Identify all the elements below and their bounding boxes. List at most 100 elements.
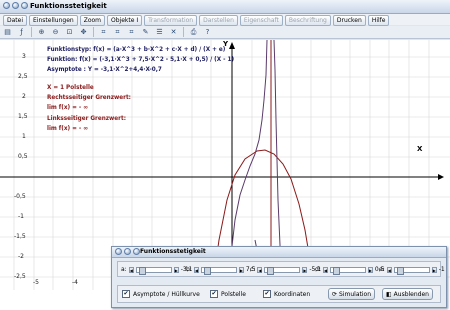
panel-title: Funktionsstetigkeit (140, 248, 206, 255)
zoom-out-icon[interactable]: ⊖ (51, 28, 60, 37)
slider-left-icon[interactable]: ◀ (128, 266, 134, 273)
slider-thumb[interactable] (332, 266, 340, 275)
menu-beschriftung[interactable]: Beschriftung (284, 15, 331, 26)
asymptote-checkbox-label: Asymptote / Hüllkurve (133, 290, 200, 298)
asymptote-text: Asymptote : Y = -3,1·X^2+4,4·X-0,7 (47, 67, 162, 73)
menu-eigenschaft[interactable]: Eigenschaft (239, 15, 283, 26)
minimize-icon[interactable] (124, 248, 131, 255)
polstelle-checkbox-label: Polstelle (221, 290, 246, 298)
menu-hilfe[interactable]: Hilfe (367, 15, 390, 26)
polstelle-checkbox[interactable]: ✔ Polstelle (210, 290, 246, 298)
coordinates-checkbox[interactable]: ✔ Koordinaten (263, 290, 310, 298)
y-tick-label: -2,5 (14, 273, 26, 280)
param-e: e: ◀ ▶ -1 (379, 265, 445, 275)
zoom-in-icon[interactable]: ⊕ (37, 28, 46, 37)
menu-darstellen[interactable]: Darstellen (199, 15, 238, 26)
move-icon[interactable]: ✥ (79, 28, 88, 37)
y-tick-label: 2,5 (18, 73, 28, 80)
toolbar-separator (31, 27, 32, 37)
window-titlebar: Funktionsstetigkeit (0, 0, 450, 14)
slider-right-icon[interactable]: ▶ (367, 266, 373, 273)
crop3-icon[interactable]: ⌗ (127, 28, 136, 37)
y-axis-arrow (229, 42, 235, 49)
slider-left-icon[interactable]: ◀ (322, 266, 328, 273)
refresh-icon: ⟳ (332, 290, 338, 298)
y-tick-label: 0,5 (18, 153, 28, 160)
right-limit-value: lim f(x) = - ∞ (47, 105, 88, 111)
simulation-button[interactable]: ⟳ Simulation (328, 288, 375, 300)
delete-icon[interactable]: ✕ (169, 28, 178, 37)
left-limit-heading: Linksseitiger Grenzwert: (47, 116, 126, 122)
crop2-icon[interactable]: ⌗ (113, 28, 122, 37)
crop-icon[interactable]: ⌗ (99, 28, 108, 37)
y-tick-label: 2 (22, 93, 26, 100)
right-limit-heading: Rechtsseitiger Grenzwert: (47, 95, 131, 101)
minimize-icon[interactable] (12, 2, 19, 9)
slider-right-icon[interactable]: ▶ (238, 266, 244, 273)
slider-right-icon[interactable]: ▶ (302, 266, 308, 273)
slider-right-icon[interactable]: ▶ (173, 266, 179, 273)
toolbar-separator (183, 27, 184, 37)
param-e-value: -1 (438, 266, 445, 273)
edit-icon[interactable]: ✎ (141, 28, 150, 37)
param-e-label: e: (379, 266, 385, 273)
options-row: ✔ Asymptote / Hüllkurve ✔ Polstelle ✔ Ko… (117, 285, 441, 303)
window-controls[interactable] (3, 2, 28, 9)
left-limit-value: lim f(x) = - ∞ (47, 126, 88, 132)
close-icon[interactable] (115, 248, 122, 255)
param-c-slider[interactable] (264, 266, 301, 275)
menu-drucken[interactable]: Drucken (332, 15, 366, 26)
window-title: Funktionsstetigkeit (30, 2, 107, 10)
y-tick-label: 1,5 (18, 113, 28, 120)
slider-thumb[interactable] (396, 266, 404, 275)
menu-objekte[interactable]: Objekte I (107, 15, 143, 26)
param-d-slider[interactable] (329, 266, 366, 275)
checkbox-checked-icon[interactable]: ✔ (210, 290, 218, 298)
slider-right-icon[interactable]: ▶ (431, 266, 437, 273)
param-c: c: ◀ ▶ -5,1 (250, 265, 321, 275)
coordinates-checkbox-label: Koordinaten (274, 290, 311, 298)
toolbar-separator (93, 27, 94, 37)
slider-thumb[interactable] (203, 266, 211, 275)
menu-datei[interactable]: Datei (3, 15, 28, 26)
slider-left-icon[interactable]: ◀ (193, 266, 199, 273)
param-b-slider[interactable] (200, 266, 237, 275)
slider-left-icon[interactable]: ◀ (386, 266, 392, 273)
zoom-fit-icon[interactable]: ⊡ (65, 28, 74, 37)
param-d-label: d: (315, 266, 321, 273)
panel-controls[interactable] (115, 248, 140, 255)
maximize-icon[interactable] (133, 248, 140, 255)
x-tick-label: -5 (33, 279, 39, 286)
param-b: b: ◀ ▶ 7,5 (186, 265, 255, 275)
list-icon[interactable]: ☰ (155, 28, 164, 37)
maximize-icon[interactable] (21, 2, 28, 9)
function-text: Funktion: f(x) = (-3,1·X^3 + 7,5·X^2 - 5… (47, 57, 235, 63)
checkbox-checked-icon[interactable]: ✔ (122, 290, 130, 298)
checkbox-checked-icon[interactable]: ✔ (263, 290, 271, 298)
y-tick-label: -1,5 (14, 233, 26, 240)
toolbar: ▤ ƒ ⊕ ⊖ ⊡ ✥ ⌗ ⌗ ⌗ ✎ ☰ ✕ ⎙ ? (0, 26, 450, 39)
slider-left-icon[interactable]: ◀ (257, 266, 263, 273)
x-tick-label: -4 (72, 279, 78, 286)
control-panel: Funktionsstetigkeit a: ◀ ▶ -3,1 b: ◀ ▶ 7… (111, 246, 447, 308)
param-e-slider[interactable] (393, 266, 430, 275)
print-icon[interactable]: ⎙ (189, 28, 198, 37)
close-icon[interactable] (3, 2, 10, 9)
y-tick-label: 1 (22, 133, 26, 140)
menu-zoom[interactable]: Zoom (79, 15, 105, 26)
new-icon[interactable]: ▤ (3, 28, 12, 37)
param-a-slider[interactable] (135, 266, 172, 275)
menu-einstellungen[interactable]: Einstellungen (29, 15, 78, 26)
function-icon[interactable]: ƒ (17, 28, 26, 37)
help-icon[interactable]: ? (203, 28, 212, 37)
menu-transformation[interactable]: Transformation (144, 15, 198, 26)
hide-button-label: Ausblenden (393, 290, 429, 298)
panel-titlebar[interactable]: Funktionsstetigkeit (112, 247, 446, 258)
param-c-label: c: (250, 266, 256, 273)
param-a: a: ◀ ▶ -3,1 (121, 265, 192, 275)
slider-thumb[interactable] (267, 266, 275, 275)
hide-button[interactable]: ◧ Ausblenden (382, 288, 433, 300)
menu-bar: Datei Einstellungen Zoom Objekte I Trans… (0, 14, 450, 26)
asymptote-checkbox[interactable]: ✔ Asymptote / Hüllkurve (122, 290, 200, 298)
slider-thumb[interactable] (138, 266, 146, 275)
